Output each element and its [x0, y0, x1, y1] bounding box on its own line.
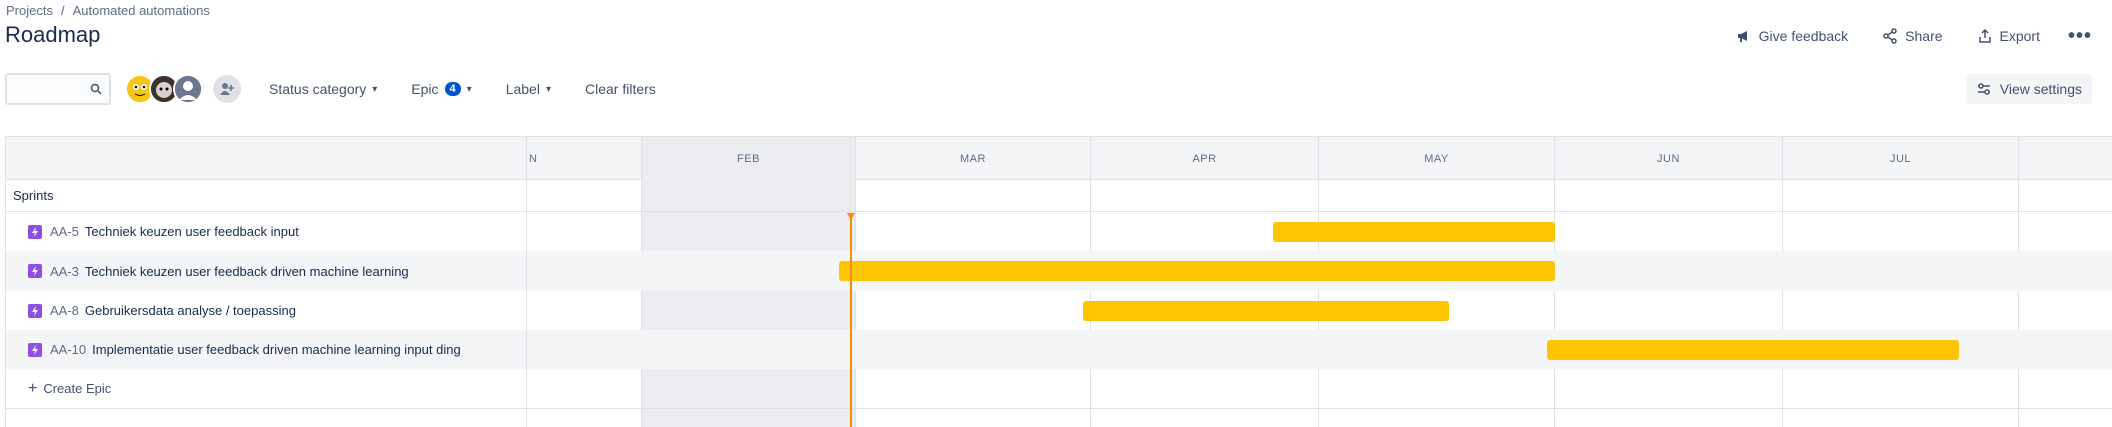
breadcrumb-separator: / — [60, 3, 65, 18]
avatar[interactable] — [173, 74, 203, 104]
epic-row-label[interactable]: AA-10 Implementatie user feedback driven… — [6, 330, 527, 369]
month-label: JUN — [1657, 153, 1680, 165]
create-epic-button[interactable]: + Create Epic — [6, 369, 527, 408]
header-actions: Give feedback Share Export ••• — [1730, 22, 2092, 50]
epic-title: Techniek keuzen user feedback input — [84, 224, 299, 239]
epic-key: AA-10 — [50, 342, 87, 357]
chevron-down-icon: ▾ — [372, 83, 378, 95]
share-icon — [1883, 28, 1897, 44]
sliders-icon — [1977, 83, 1990, 95]
epic-icon — [28, 224, 42, 239]
today-marker — [847, 213, 855, 220]
epic-icon — [28, 342, 42, 357]
give-feedback-button[interactable]: Give feedback — [1730, 22, 1855, 50]
chevron-down-icon: ▾ — [545, 83, 551, 95]
epic-key: AA-3 — [50, 263, 79, 279]
epic-bar[interactable] — [1083, 301, 1449, 321]
more-actions-button[interactable]: ••• — [2068, 25, 2092, 48]
breadcrumb-projects-link[interactable]: Projects — [6, 3, 53, 18]
breadcrumb: Projects / Automated automations — [6, 3, 210, 18]
share-label: Share — [1905, 28, 1943, 44]
chevron-down-icon: ▾ — [466, 83, 472, 95]
avatar-group — [125, 74, 203, 104]
sprints-label: Sprints — [13, 188, 54, 203]
view-settings-button[interactable]: View settings — [1965, 74, 2092, 104]
epic-row[interactable]: AA-8 Gebruikersdata analyse / toepassing — [6, 291, 2112, 330]
epic-row-label[interactable]: AA-3 Techniek keuzen user feedback drive… — [6, 251, 527, 291]
epic-title: Techniek keuzen user feedback driven mac… — [84, 263, 409, 279]
epic-bar[interactable] — [1547, 340, 1959, 360]
filter-bar: Status category ▾ Epic 4 ▾ Label ▾ Clear… — [5, 72, 662, 106]
export-label: Export — [1999, 28, 2040, 44]
month-label: APR — [1192, 153, 1217, 165]
search-box — [5, 73, 111, 105]
month-label: N — [529, 153, 538, 165]
epic-count-badge: 4 — [444, 82, 461, 96]
label-filter[interactable]: Label ▾ — [500, 73, 557, 105]
plus-icon: + — [28, 379, 38, 397]
epic-filter[interactable]: Epic 4 ▾ — [405, 73, 477, 105]
month-label: MAY — [1424, 153, 1449, 165]
label-filter-label: Label — [505, 81, 540, 97]
month-label: JUL — [1889, 153, 1912, 165]
epic-key: AA-5 — [50, 224, 79, 239]
roadmap-timeline: N FEB MAR APR MAY JUN JUL Sprints AA-5 T… — [5, 136, 2112, 427]
create-epic-row: + Create Epic — [6, 369, 2112, 409]
page-title: Roadmap — [5, 22, 101, 47]
share-button[interactable]: Share — [1876, 22, 1948, 50]
status-category-filter[interactable]: Status category ▾ — [263, 73, 383, 105]
create-epic-label: Create Epic — [43, 381, 112, 396]
view-settings-label: View settings — [1999, 81, 2082, 97]
epic-row-label[interactable]: AA-8 Gebruikersdata analyse / toepassing — [6, 291, 527, 330]
today-line — [850, 213, 852, 427]
epic-icon — [28, 303, 42, 318]
give-feedback-label: Give feedback — [1758, 28, 1849, 44]
epic-filter-label: Epic — [411, 81, 439, 97]
search-input[interactable] — [7, 75, 87, 103]
epic-title: Implementatie user feedback driven machi… — [92, 342, 461, 357]
epic-icon — [28, 264, 42, 278]
add-user-icon — [220, 83, 234, 95]
epic-bar[interactable] — [1273, 222, 1555, 242]
epic-row[interactable]: AA-5 Techniek keuzen user feedback input — [6, 212, 2112, 251]
month-label: FEB — [737, 153, 760, 165]
search-icon — [90, 83, 102, 95]
epic-bar[interactable] — [839, 261, 1555, 281]
clear-filters-button[interactable]: Clear filters — [579, 81, 662, 97]
epic-title: Gebruikersdata analyse / toepassing — [84, 303, 296, 318]
export-icon — [1978, 28, 1991, 43]
status-category-label: Status category — [269, 81, 367, 97]
epic-key: AA-8 — [50, 303, 79, 318]
add-people-button[interactable] — [213, 75, 241, 103]
month-label: MAR — [960, 153, 986, 165]
epic-row-label[interactable]: AA-5 Techniek keuzen user feedback input — [6, 212, 527, 251]
export-button[interactable]: Export — [1971, 22, 2046, 50]
breadcrumb-project-link[interactable]: Automated automations — [73, 3, 210, 18]
megaphone-icon — [1737, 31, 1747, 42]
sprints-row: Sprints — [6, 180, 2112, 212]
